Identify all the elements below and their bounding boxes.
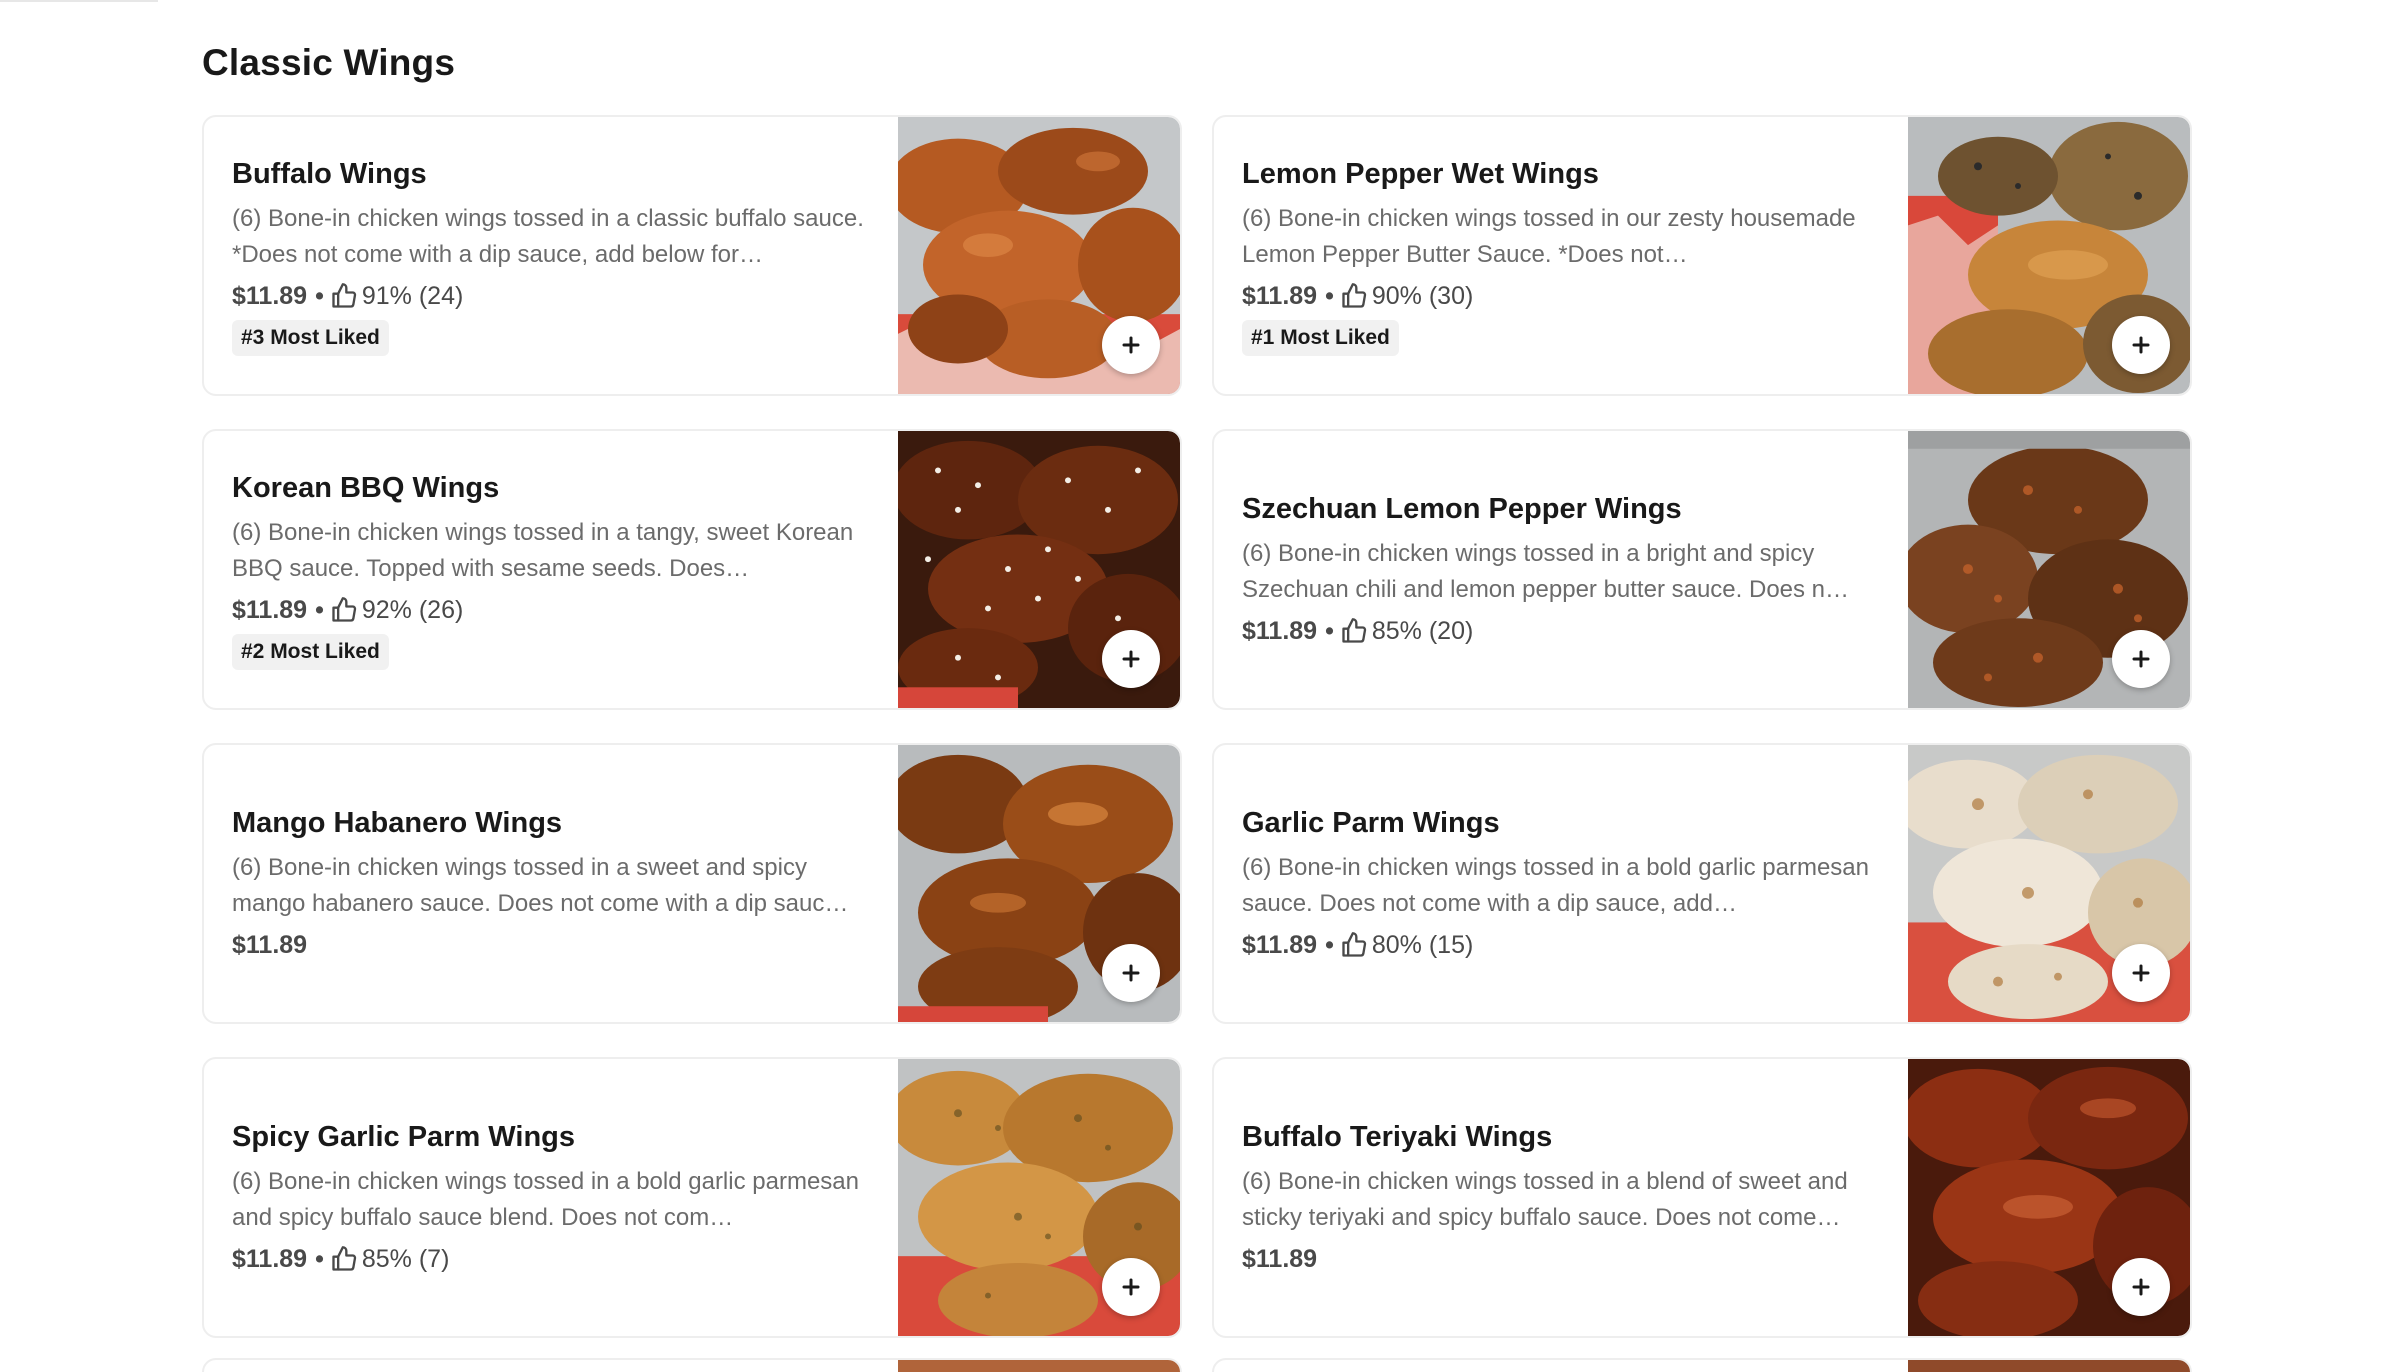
item-meta: $11.89 <box>232 927 876 963</box>
item-name: Buffalo Teriyaki Wings <box>1242 1121 1553 1153</box>
item-meta: $11.89 • 85% (20) <box>1242 613 1886 649</box>
item-name: Garlic Parm Wings <box>1242 807 1500 839</box>
plus-icon <box>2132 336 2150 354</box>
thumbs-up-icon <box>332 283 357 308</box>
section-title: Classic Wings <box>202 42 456 83</box>
most-liked-badge: #3 Most Liked <box>232 320 389 356</box>
item-name: Spicy Garlic Parm Wings <box>232 1121 576 1153</box>
item-name: Szechuan Lemon Pepper Wings <box>1242 493 1682 525</box>
menu-item-card[interactable]: Mango Habanero Wings (6) Bone-in chicken… <box>202 743 1182 1024</box>
thumbs-up-icon <box>1342 618 1367 643</box>
item-rating: 80% (15) <box>1371 931 1474 959</box>
item-price: $11.89 <box>1242 282 1318 310</box>
plus-icon <box>2132 650 2150 668</box>
thumbs-up-icon <box>332 1246 357 1271</box>
menu-item-info: Lemon Pepper Wet Wings (6) Bone-in chick… <box>1242 117 1886 394</box>
add-to-cart-button[interactable] <box>1102 944 1160 1002</box>
plus-icon <box>1122 964 1140 982</box>
plus-icon <box>1122 1278 1140 1296</box>
menu-item-grid: Buffalo Wings (6) Bone-in chicken wings … <box>202 115 2192 1338</box>
item-rating: 85% (7) <box>361 1245 450 1273</box>
menu-item-info: Mango Habanero Wings (6) Bone-in chicken… <box>232 745 876 1022</box>
menu-item-info: Buffalo Teriyaki Wings (6) Bone-in chick… <box>1242 1059 1886 1336</box>
thumbs-up-icon <box>332 597 357 622</box>
item-description: (6) Bone-in chicken wings tossed in a cl… <box>232 205 864 268</box>
add-to-cart-button[interactable] <box>1102 630 1160 688</box>
menu-item-info: Szechuan Lemon Pepper Wings (6) Bone-in … <box>1242 431 1886 708</box>
item-description: (6) Bone-in chicken wings tossed in a bl… <box>1242 1168 1848 1231</box>
thumbs-up-icon <box>1342 283 1367 308</box>
separator-dot: • <box>1325 931 1334 959</box>
add-to-cart-button[interactable] <box>2112 944 2170 1002</box>
menu-item-info: Buffalo Wings (6) Bone-in chicken wings … <box>232 117 876 394</box>
most-liked-badge: #2 Most Liked <box>232 634 389 670</box>
item-name: Korean BBQ Wings <box>232 472 500 504</box>
menu-item-info: Korean BBQ Wings (6) Bone-in chicken win… <box>232 431 876 708</box>
item-meta: $11.89 • 91% (24) <box>232 278 876 314</box>
separator-dot: • <box>315 596 324 624</box>
item-description: (6) Bone-in chicken wings tossed in a ta… <box>232 519 854 582</box>
item-price: $11.89 <box>232 1245 308 1273</box>
item-price: $11.89 <box>232 282 308 310</box>
menu-item-card[interactable]: Lemon Pepper Wet Wings (6) Bone-in chick… <box>1212 115 2192 396</box>
item-meta: $11.89 <box>1242 1241 1886 1277</box>
menu-item-card-partial[interactable] <box>1212 1358 2192 1372</box>
item-price: $11.89 <box>232 931 308 959</box>
menu-item-info: Garlic Parm Wings (6) Bone-in chicken wi… <box>1242 745 1886 1022</box>
item-name: Mango Habanero Wings <box>232 807 563 839</box>
item-rating: 85% (20) <box>1371 617 1474 645</box>
item-meta: $11.89 • 92% (26) <box>232 592 876 628</box>
thumbs-up-icon <box>1342 932 1367 957</box>
menu-item-card[interactable]: Buffalo Teriyaki Wings (6) Bone-in chick… <box>1212 1057 2192 1338</box>
menu-item-card[interactable]: Buffalo Wings (6) Bone-in chicken wings … <box>202 115 1182 396</box>
item-photo <box>1908 1360 2190 1372</box>
separator-dot: • <box>315 282 324 310</box>
add-to-cart-button[interactable] <box>2112 630 2170 688</box>
item-meta: $11.89 • 90% (30) <box>1242 278 1886 314</box>
separator-dot: • <box>315 1245 324 1273</box>
item-description: (6) Bone-in chicken wings tossed in our … <box>1242 205 1856 268</box>
menu-item-card[interactable]: Garlic Parm Wings (6) Bone-in chicken wi… <box>1212 743 2192 1024</box>
item-rating: 90% (30) <box>1371 282 1474 310</box>
menu-item-card[interactable]: Szechuan Lemon Pepper Wings (6) Bone-in … <box>1212 429 2192 710</box>
menu-item-card-partial[interactable] <box>202 1358 1182 1372</box>
menu-item-info: Spicy Garlic Parm Wings (6) Bone-in chic… <box>232 1059 876 1336</box>
item-rating: 92% (26) <box>361 596 464 624</box>
menu-item-card[interactable]: Spicy Garlic Parm Wings (6) Bone-in chic… <box>202 1057 1182 1338</box>
item-price: $11.89 <box>1242 1245 1318 1273</box>
item-description: (6) Bone-in chicken wings tossed in a sw… <box>232 854 849 917</box>
plus-icon <box>1122 336 1140 354</box>
add-to-cart-button[interactable] <box>2112 1258 2170 1316</box>
plus-icon <box>2132 964 2150 982</box>
item-description: (6) Bone-in chicken wings tossed in a br… <box>1242 540 1850 603</box>
item-photo <box>898 1360 1180 1372</box>
item-price: $11.89 <box>232 596 308 624</box>
separator-dot: • <box>1325 617 1334 645</box>
add-to-cart-button[interactable] <box>1102 1258 1160 1316</box>
add-to-cart-button[interactable] <box>1102 316 1160 374</box>
item-description: (6) Bone-in chicken wings tossed in a bo… <box>1242 854 1869 917</box>
item-meta: $11.89 • 80% (15) <box>1242 927 1886 963</box>
item-price: $11.89 <box>1242 931 1318 959</box>
item-description: (6) Bone-in chicken wings tossed in a bo… <box>232 1168 859 1231</box>
item-meta: $11.89 • 85% (7) <box>232 1241 876 1277</box>
add-to-cart-button[interactable] <box>2112 316 2170 374</box>
item-price: $11.89 <box>1242 617 1318 645</box>
item-name: Lemon Pepper Wet Wings <box>1242 158 1599 190</box>
separator-dot: • <box>1325 282 1334 310</box>
item-name: Buffalo Wings <box>232 158 427 190</box>
most-liked-badge: #1 Most Liked <box>1242 320 1399 356</box>
plus-icon <box>2132 1278 2150 1296</box>
top-divider <box>0 0 158 2</box>
plus-icon <box>1122 650 1140 668</box>
menu-item-card[interactable]: Korean BBQ Wings (6) Bone-in chicken win… <box>202 429 1182 710</box>
item-rating: 91% (24) <box>361 282 464 310</box>
